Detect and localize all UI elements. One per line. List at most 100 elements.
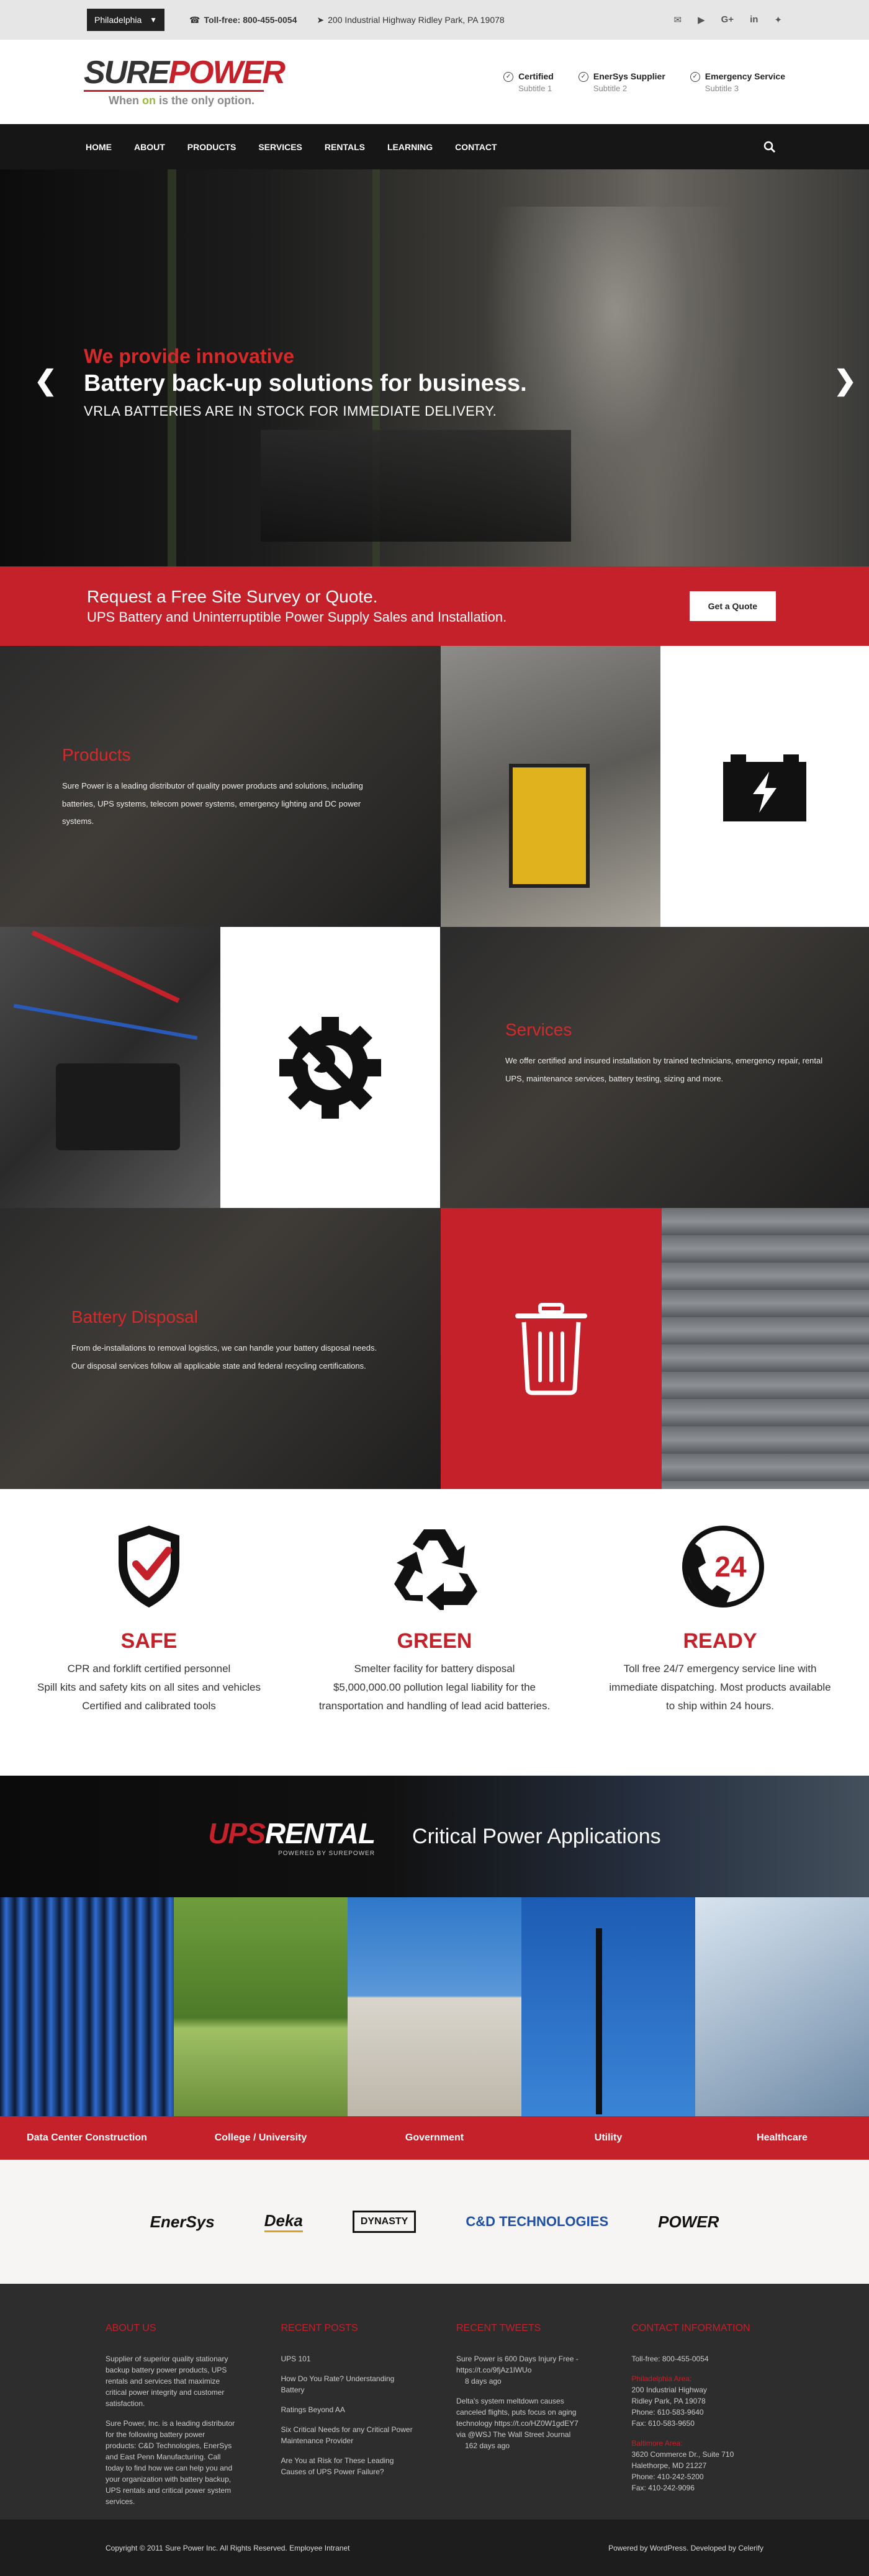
tollfree-text: Toll-free: 800-455-0054: [204, 15, 297, 25]
address-contact: ➤ 200 Industrial Highway Ridley Park, PA…: [317, 15, 504, 25]
app-label-healthcare[interactable]: Healthcare: [695, 2116, 869, 2160]
tools-cell: [220, 927, 440, 1208]
value-heading: SAFE: [120, 1629, 178, 1653]
ups-rental-logo[interactable]: UPSRENTAL POWERED BY SUREPOWER: [208, 1817, 376, 1857]
recycle-icon: [394, 1529, 477, 1610]
chevron-down-icon: ▼: [150, 16, 157, 24]
logo-sure: SURE: [84, 55, 169, 91]
ups-rental-banner[interactable]: UPSRENTAL POWERED BY SUREPOWER Critical …: [0, 1776, 869, 1897]
data-center-photo[interactable]: [0, 1897, 174, 2116]
footer-bottom-bar: Copyright © 2011 Sure Power Inc. All Rig…: [0, 2520, 869, 2576]
google-plus-icon[interactable]: G+: [721, 14, 734, 25]
get-quote-button[interactable]: Get a Quote: [689, 591, 776, 621]
feature-emergency: ✓ Emergency Service Subtitle 3: [690, 71, 785, 93]
services-heading[interactable]: Services: [505, 1020, 828, 1040]
twitter-icon[interactable]: ✦: [774, 14, 782, 25]
youtube-icon[interactable]: ▶: [698, 14, 705, 25]
baltimore-label: Baltimore Area:: [631, 2439, 683, 2448]
college-photo[interactable]: [174, 1897, 348, 2116]
footer-contact: CONTACT INFORMATION Toll-free: 800-455-0…: [632, 2321, 764, 2520]
footer-contact-heading: CONTACT INFORMATION: [631, 2323, 750, 2333]
healthcare-photo[interactable]: [695, 1897, 869, 2116]
location-arrow-icon: ➤: [317, 14, 325, 25]
post-link[interactable]: Six Critical Needs for any Critical Powe…: [281, 2424, 413, 2446]
disposal-panel[interactable]: Battery Disposal From de-installations t…: [0, 1208, 441, 1489]
value-safe: SAFE CPR and forklift certified personne…: [31, 1520, 267, 1776]
gear-wrench-icon: [279, 1016, 381, 1119]
nav-contact[interactable]: CONTACT: [444, 124, 508, 169]
brand-cd-technologies[interactable]: C&D TECHNOLOGIES: [466, 2214, 608, 2230]
svg-text:24: 24: [714, 1550, 747, 1583]
value-ready: 24 READY Toll free 24/7 emergency servic…: [602, 1520, 838, 1776]
footer-about-heading: ABOUT US: [106, 2323, 156, 2333]
post-link[interactable]: Ratings Beyond AA: [281, 2404, 413, 2415]
battery-rack-photo: [662, 1208, 869, 1489]
site-logo[interactable]: SUREPOWER When on is the only option.: [84, 55, 286, 107]
app-label-government[interactable]: Government: [348, 2116, 521, 2160]
copyright-text[interactable]: Copyright © 2011 Sure Power Inc. All Rig…: [106, 2544, 349, 2552]
tollfree-contact[interactable]: ☎ Toll-free: 800-455-0054: [189, 15, 297, 25]
products-heading[interactable]: Products: [62, 745, 385, 765]
phone-icon: ☎: [189, 14, 200, 25]
value-green: GREEN Smelter facility for battery dispo…: [317, 1520, 552, 1776]
app-label-data-center[interactable]: Data Center Construction: [0, 2116, 174, 2160]
brand-enersys[interactable]: EnerSys: [150, 2212, 215, 2232]
hero-line-3: VRLA BATTERIES ARE IN STOCK FOR IMMEDIAT…: [84, 403, 497, 419]
rental-tagline: Critical Power Applications: [412, 1824, 661, 1848]
products-panel[interactable]: Products Sure Power is a leading distrib…: [0, 646, 441, 927]
products-row: Products Sure Power is a leading distrib…: [0, 646, 869, 927]
products-text: Sure Power is a leading distributor of q…: [62, 781, 363, 826]
hero-slider: We provide innovative Battery back-up so…: [0, 169, 869, 566]
nav-learning[interactable]: LEARNING: [376, 124, 444, 169]
feature-enersys: ✓ EnerSys Supplier Subtitle 2: [578, 71, 665, 93]
email-icon[interactable]: ✉: [674, 14, 682, 25]
quote-band: Request a Free Site Survey or Quote. UPS…: [0, 566, 869, 646]
footer-tweets: RECENT TWEETS Sure Power is 600 Days Inj…: [456, 2321, 588, 2520]
post-link[interactable]: Are You at Risk for These Leading Causes…: [281, 2455, 413, 2477]
forklift-photo: [441, 646, 660, 927]
logo-tagline: When on is the only option.: [109, 94, 254, 107]
value-heading: READY: [683, 1629, 757, 1653]
brand-logos: EnerSys Deka DYNASTY C&D TECHNOLOGIES PO…: [0, 2160, 869, 2284]
logo-power: POWER: [168, 55, 285, 91]
services-panel[interactable]: Services We offer certified and insured …: [440, 927, 869, 1208]
wiring-photo: [0, 927, 220, 1208]
tweet[interactable]: Sure Power is 600 Days Injury Free - htt…: [456, 2353, 588, 2387]
post-link[interactable]: How Do You Rate? Understanding Battery: [281, 2373, 413, 2395]
app-label-college[interactable]: College / University: [174, 2116, 348, 2160]
check-circle-icon: ✓: [503, 71, 514, 82]
brand-deka[interactable]: Deka: [264, 2211, 303, 2232]
slider-prev-icon[interactable]: ❮: [34, 365, 57, 396]
city-select[interactable]: Philadelphia ▼: [87, 9, 164, 31]
cta-subtitle: UPS Battery and Uninterruptible Power Su…: [87, 609, 507, 625]
slider-next-icon[interactable]: ❯: [834, 365, 857, 396]
nav-rentals[interactable]: RENTALS: [313, 124, 376, 169]
nav-about[interactable]: ABOUT: [123, 124, 176, 169]
check-circle-icon: ✓: [690, 71, 700, 82]
hero-line-2: Battery back-up solutions for business.: [84, 370, 527, 396]
trash-cell: [441, 1208, 662, 1489]
post-link[interactable]: UPS 101: [281, 2353, 413, 2364]
nav-products[interactable]: PRODUCTS: [176, 124, 248, 169]
disposal-heading[interactable]: Battery Disposal: [71, 1307, 419, 1327]
site-header: SUREPOWER When on is the only option. ✓ …: [0, 40, 869, 124]
linkedin-icon[interactable]: in: [750, 14, 758, 25]
brand-dynasty[interactable]: DYNASTY: [352, 2211, 416, 2233]
applications-labels: Data Center Construction College / Unive…: [0, 2116, 869, 2160]
social-links: ✉ ▶ G+ in ✦: [674, 14, 782, 25]
search-icon[interactable]: [763, 124, 795, 169]
footer-posts-heading: RECENT POSTS: [281, 2323, 358, 2333]
government-photo[interactable]: [348, 1897, 521, 2116]
tweet[interactable]: Delta's system meltdown causes canceled …: [456, 2395, 588, 2451]
credit-text[interactable]: Powered by WordPress. Developed by Celer…: [608, 2544, 763, 2552]
app-label-utility[interactable]: Utility: [521, 2116, 695, 2160]
hero-line-1: We provide innovative: [84, 345, 295, 367]
services-text: We offer certified and insured installat…: [505, 1056, 823, 1083]
site-footer: ABOUT US Supplier of superior quality st…: [0, 2284, 869, 2520]
footer-tollfree[interactable]: Toll-free: 800-455-0054: [632, 2353, 764, 2364]
nav-services[interactable]: SERVICES: [247, 124, 313, 169]
brand-power[interactable]: POWER: [658, 2212, 719, 2232]
nav-home[interactable]: HOME: [74, 124, 123, 174]
value-heading: GREEN: [397, 1629, 472, 1653]
utility-photo[interactable]: [521, 1897, 695, 2116]
